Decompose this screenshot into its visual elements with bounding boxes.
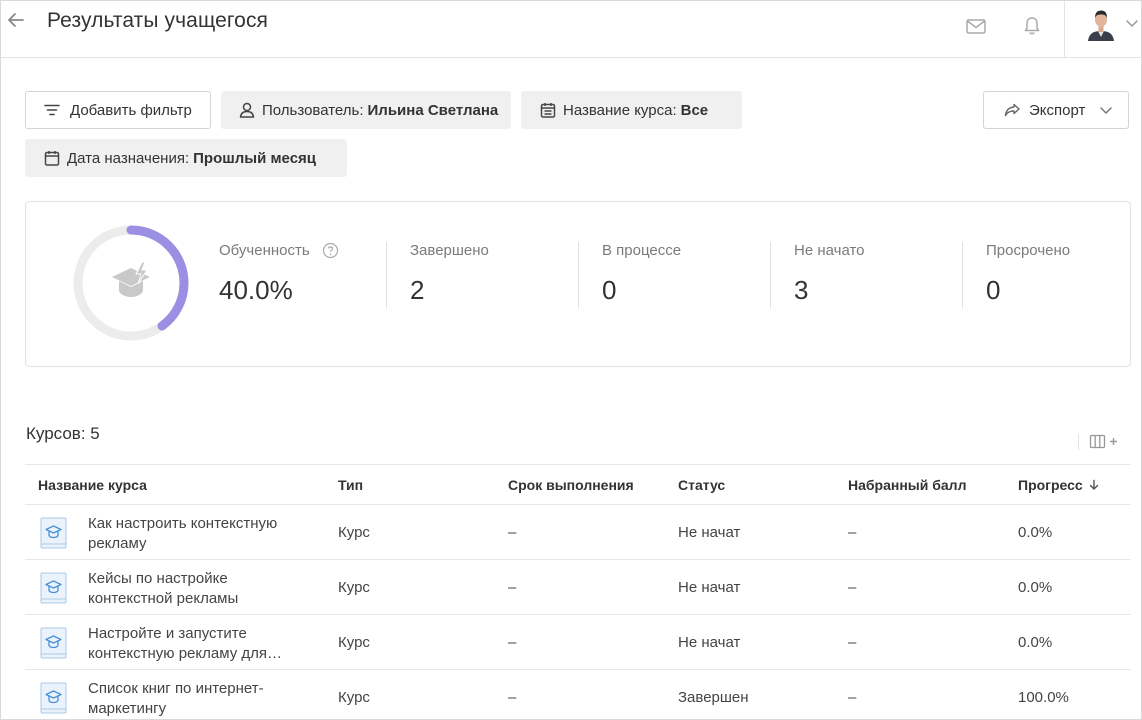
course-progress: 0.0% bbox=[1018, 578, 1053, 596]
stat-overdue-label: Просрочено bbox=[986, 242, 1071, 259]
add-filter-button[interactable]: Добавить фильтр bbox=[25, 91, 211, 129]
share-arrow-icon bbox=[1004, 103, 1020, 117]
stat-proficiency-label: Обученность bbox=[219, 242, 310, 259]
stat-completed: Завершено 2 bbox=[410, 242, 489, 306]
table-row[interactable]: Список книг по интернет-маркетингу Курс … bbox=[25, 669, 1131, 719]
course-icon[interactable] bbox=[40, 572, 67, 604]
course-type: Курс bbox=[338, 523, 370, 541]
add-column-icon[interactable] bbox=[1089, 433, 1121, 451]
course-filter-label: Название курса: bbox=[563, 101, 677, 119]
stat-proficiency: Обученность 40.0% bbox=[219, 242, 339, 306]
courses-count-title: Курсов: 5 bbox=[26, 424, 100, 443]
back-arrow-icon[interactable] bbox=[5, 9, 27, 31]
page-title: Результаты учащегося bbox=[47, 9, 269, 32]
calendar-icon bbox=[540, 103, 556, 118]
chevron-down-icon[interactable] bbox=[1125, 16, 1139, 30]
top-header: Результаты учащегося bbox=[1, 1, 1141, 58]
column-header-progress-label: Прогресс bbox=[1018, 477, 1083, 493]
stat-divider bbox=[386, 242, 387, 308]
course-score: – bbox=[848, 633, 857, 651]
stat-not-started-value: 3 bbox=[794, 275, 809, 305]
course-name[interactable]: Кейсы по настройке контекстной рекламы bbox=[88, 569, 298, 609]
courses-table: Название курса Тип Срок выполнения Стату… bbox=[25, 464, 1131, 719]
sort-down-icon[interactable] bbox=[1088, 479, 1100, 491]
add-filter-label: Добавить фильтр bbox=[70, 101, 192, 119]
column-header-progress[interactable]: Прогресс bbox=[1018, 465, 1100, 504]
course-score: – bbox=[848, 688, 857, 706]
course-type: Курс bbox=[338, 578, 370, 596]
stats-card: Обученность 40.0% Завершено 2 В процессе… bbox=[25, 201, 1131, 367]
column-header-status[interactable]: Статус bbox=[678, 465, 725, 504]
course-deadline: – bbox=[508, 633, 517, 651]
user-filter-label: Пользователь: bbox=[262, 101, 364, 119]
header-divider bbox=[1064, 1, 1065, 57]
course-deadline: – bbox=[508, 578, 517, 596]
bell-icon[interactable] bbox=[1021, 15, 1043, 37]
stat-completed-label: Завершено bbox=[410, 242, 489, 259]
course-progress: 0.0% bbox=[1018, 523, 1053, 541]
date-filter-value: Прошлый месяц bbox=[193, 149, 317, 167]
course-deadline: – bbox=[508, 688, 517, 706]
column-header-name[interactable]: Название курса bbox=[38, 465, 147, 504]
course-status: Завершен bbox=[678, 688, 749, 706]
chevron-down-icon bbox=[1100, 107, 1113, 115]
course-status: Не начат bbox=[678, 523, 741, 541]
course-name[interactable]: Как настроить контекстную рекламу bbox=[88, 514, 298, 554]
table-row[interactable]: Настройте и запустите контекстную реклам… bbox=[25, 614, 1131, 669]
stat-completed-value: 2 bbox=[410, 275, 425, 305]
export-button[interactable]: Экспорт bbox=[983, 91, 1129, 129]
graduation-cap-icon bbox=[112, 261, 150, 297]
column-header-deadline[interactable]: Срок выполнения bbox=[508, 465, 634, 504]
stat-overdue: Просрочено 0 bbox=[986, 242, 1070, 306]
course-icon[interactable] bbox=[40, 627, 67, 659]
course-progress: 100.0% bbox=[1018, 688, 1069, 706]
proficiency-donut bbox=[73, 225, 189, 341]
course-filter-value: Все bbox=[680, 101, 709, 119]
course-name[interactable]: Настройте и запустите контекстную реклам… bbox=[88, 624, 298, 664]
help-icon[interactable] bbox=[322, 242, 339, 259]
stat-divider bbox=[578, 242, 579, 308]
course-icon[interactable] bbox=[40, 682, 67, 714]
mail-icon[interactable] bbox=[965, 15, 987, 37]
date-filter-label: Дата назначения: bbox=[67, 149, 190, 167]
table-row[interactable]: Как настроить контекстную рекламу Курс –… bbox=[25, 504, 1131, 559]
date-filter[interactable]: Дата назначения: Прошлый месяц bbox=[25, 139, 347, 177]
course-type: Курс bbox=[338, 688, 370, 706]
table-body: Как настроить контекстную рекламу Курс –… bbox=[25, 504, 1131, 719]
course-filter[interactable]: Название курса: Все bbox=[521, 91, 742, 129]
stat-in-progress-label: В процессе bbox=[602, 242, 682, 259]
course-type: Курс bbox=[338, 633, 370, 651]
table-row[interactable]: Кейсы по настройке контекстной рекламы К… bbox=[25, 559, 1131, 614]
course-progress: 0.0% bbox=[1018, 633, 1053, 651]
course-score: – bbox=[848, 578, 857, 596]
export-label: Экспорт bbox=[1029, 101, 1086, 119]
course-name[interactable]: Список книг по интернет-маркетингу bbox=[88, 679, 298, 719]
stat-divider bbox=[962, 242, 963, 308]
stat-not-started-label: Не начато bbox=[794, 242, 865, 259]
stat-divider bbox=[770, 242, 771, 308]
stat-overdue-value: 0 bbox=[986, 275, 1001, 305]
stat-proficiency-value: 40.0% bbox=[219, 275, 293, 305]
stat-not-started: Не начато 3 bbox=[794, 242, 865, 306]
avatar[interactable] bbox=[1086, 7, 1116, 41]
stat-in-progress: В процессе 0 bbox=[602, 242, 681, 306]
user-icon bbox=[239, 102, 255, 118]
column-header-type[interactable]: Тип bbox=[338, 465, 363, 504]
user-filter[interactable]: Пользователь: Ильина Светлана bbox=[221, 91, 511, 129]
app-window: Результаты учащегося Добавить фильтр Пол… bbox=[0, 0, 1142, 720]
course-status: Не начат bbox=[678, 578, 741, 596]
calendar-icon bbox=[44, 151, 60, 166]
stat-in-progress-value: 0 bbox=[602, 275, 617, 305]
table-header-row: Название курса Тип Срок выполнения Стату… bbox=[25, 464, 1131, 504]
course-score: – bbox=[848, 523, 857, 541]
user-filter-value: Ильина Светлана bbox=[367, 101, 499, 119]
column-header-score[interactable]: Набранный балл bbox=[848, 465, 966, 504]
course-deadline: – bbox=[508, 523, 517, 541]
course-icon[interactable] bbox=[40, 517, 67, 549]
filter-icon bbox=[44, 104, 60, 116]
course-status: Не начат bbox=[678, 633, 741, 651]
toolbar-divider bbox=[1078, 434, 1079, 450]
